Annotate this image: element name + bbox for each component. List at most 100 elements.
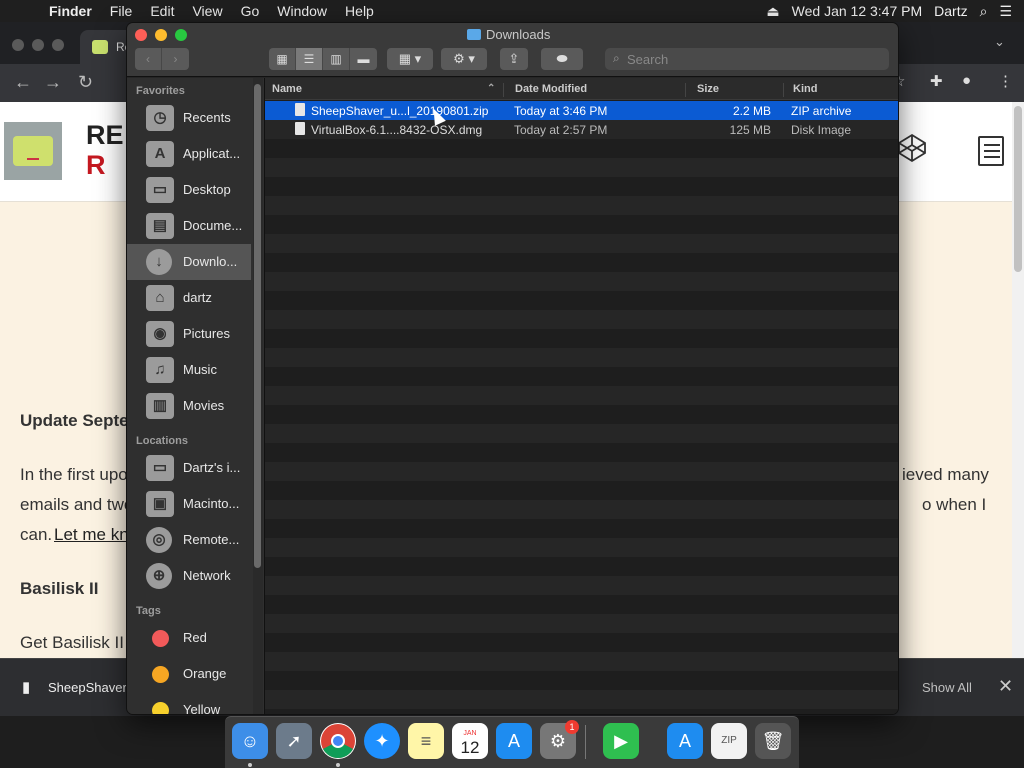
pictures-icon: ◉ [146,321,174,347]
music-icon: ♫ [146,357,174,383]
sidebar-tag-orange[interactable]: Orange [127,656,251,692]
search-field[interactable]: ⌕ [605,48,889,70]
menu-list-icon[interactable] [978,136,1004,166]
sidebar-item-movies[interactable]: ▥ Movies [127,388,251,424]
back-icon[interactable]: ← [14,72,32,93]
sidebar-item-applications[interactable]: A Applicat... [127,136,251,172]
sidebar-item-recents[interactable]: ◷ Recents [127,100,251,136]
home-icon: ⌂ [146,285,174,311]
post-paragraph-line: Get Basilisk II ( [20,633,135,652]
forward-button[interactable]: › [162,48,189,70]
download-item[interactable]: SheepShaver [48,680,127,695]
site-title-line2[interactable]: R [86,150,106,181]
app-store-icon[interactable]: A [496,723,532,759]
column-header-name[interactable]: Name [272,83,302,95]
search-input[interactable] [627,50,882,68]
view-mode-control: ▦ ☰ ▥ ▬ [269,48,377,70]
contact-link[interactable]: Let me kn [54,525,129,545]
back-button[interactable]: ‹ [135,48,162,70]
calendar-icon[interactable]: JAN 12 [452,723,488,759]
page-scrollbar[interactable] [1012,102,1024,658]
codepen-icon[interactable] [896,132,928,164]
post-heading: Update Septe [20,411,129,430]
show-all-button[interactable]: Show All [922,680,972,695]
chrome-menu-icon[interactable]: ⋮ [998,72,1013,90]
yellow-tag-icon [152,702,169,714]
menu-finder[interactable]: Finder [40,3,101,19]
trash-icon[interactable]: 🗑 [755,723,791,759]
close-icon[interactable]: ✕ [998,676,1013,697]
sidebar-scrollbar[interactable] [253,78,263,714]
reload-icon[interactable]: ↻ [78,72,93,93]
sidebar-item-documents[interactable]: ▤ Docume... [127,208,251,244]
menubar-clock[interactable]: Wed Jan 12 3:47 PM [792,3,922,19]
chrome-zoom-button[interactable] [52,39,64,51]
chrome-minimize-button[interactable] [32,39,44,51]
site-title[interactable]: RE [86,120,124,151]
menu-view[interactable]: View [183,3,231,19]
app-store-icon[interactable]: A [667,723,703,759]
icon-view-button[interactable]: ▦ [269,48,296,70]
column-view-button[interactable]: ▥ [323,48,350,70]
minimize-button[interactable] [155,29,167,41]
file-row[interactable]: SheepShaver_u...l_20190801.zip Today at … [265,101,898,120]
sidebar-tag-red[interactable]: Red [127,620,251,656]
remote-disc-icon: ◎ [146,527,172,553]
tab-search-icon[interactable]: ⌄ [994,34,1005,50]
eject-icon[interactable]: ⏏ [766,3,779,20]
sidebar-heading-locations: Locations [136,435,188,447]
list-view-button[interactable]: ☰ [296,48,323,70]
sidebar-item-macintosh-hd[interactable]: ▣ Macinto... [127,486,251,522]
menu-file[interactable]: File [101,3,142,19]
notes-icon[interactable]: ≡ [408,723,444,759]
menubar-user[interactable]: Dartz [934,3,967,19]
action-gear-button[interactable]: ⚙ ▾ [441,48,487,70]
profile-icon[interactable]: ● [962,72,971,89]
close-button[interactable] [135,29,147,41]
chrome-icon[interactable] [320,723,356,759]
sidebar-item-pictures[interactable]: ◉ Pictures [127,316,251,352]
sidebar-tag-yellow[interactable]: Yellow [127,692,251,714]
tags-button[interactable]: ⬬ [541,48,583,70]
file-date: Today at 2:57 PM [514,123,608,137]
column-header-kind[interactable]: Kind [793,83,817,95]
site-logo[interactable] [4,122,62,180]
sort-ascending-icon[interactable]: ⌃ [487,83,495,94]
gallery-view-button[interactable]: ▬ [350,48,377,70]
extensions-icon[interactable]: ✚ [930,72,943,90]
chrome-close-button[interactable] [12,39,24,51]
post-paragraph-line: can. [20,525,53,544]
sidebar-item-remote-disc[interactable]: ◎ Remote... [127,522,251,558]
zip-file-icon[interactable]: ZIP [711,723,747,759]
notification-badge: 1 [565,720,579,734]
movies-icon: ▥ [146,393,174,419]
finder-icon[interactable]: ☺ [232,723,268,759]
menu-edit[interactable]: Edit [141,3,183,19]
file-row[interactable]: VirtualBox-6.1....8432-OSX.dmg Today at … [265,120,898,139]
computer-icon: ▭ [146,455,174,481]
control-center-icon[interactable]: ☰ [999,3,1012,20]
sidebar-item-music[interactable]: ♫ Music [127,352,251,388]
facetime-icon[interactable]: ▶ [603,723,639,759]
sidebar-item-home[interactable]: ⌂ dartz [127,280,251,316]
zoom-button[interactable] [175,29,187,41]
applications-icon: A [146,141,174,167]
launchpad-icon[interactable]: ➚ [276,723,312,759]
sidebar-item-desktop[interactable]: ▭ Desktop [127,172,251,208]
group-button[interactable]: ▦ ▾ [387,48,433,70]
safari-icon[interactable]: ✦ [364,723,400,759]
menu-help[interactable]: Help [336,3,383,19]
red-tag-icon [152,630,169,647]
file-kind: ZIP archive [791,104,852,118]
sidebar-item-downloads[interactable]: ↓ Downlo... [127,244,251,280]
sidebar-item-computer[interactable]: ▭ Dartz's i... [127,450,251,486]
share-button[interactable]: ⇪ [500,48,528,70]
file-size: 125 MB [729,123,771,137]
column-header-date-modified[interactable]: Date Modified [515,83,587,95]
spotlight-icon[interactable]: ⌕ [980,3,988,20]
forward-icon[interactable]: → [44,72,62,93]
menu-go[interactable]: Go [232,3,269,19]
column-header-size[interactable]: Size [697,83,719,95]
menu-window[interactable]: Window [268,3,336,19]
sidebar-item-network[interactable]: ⊕ Network [127,558,251,594]
